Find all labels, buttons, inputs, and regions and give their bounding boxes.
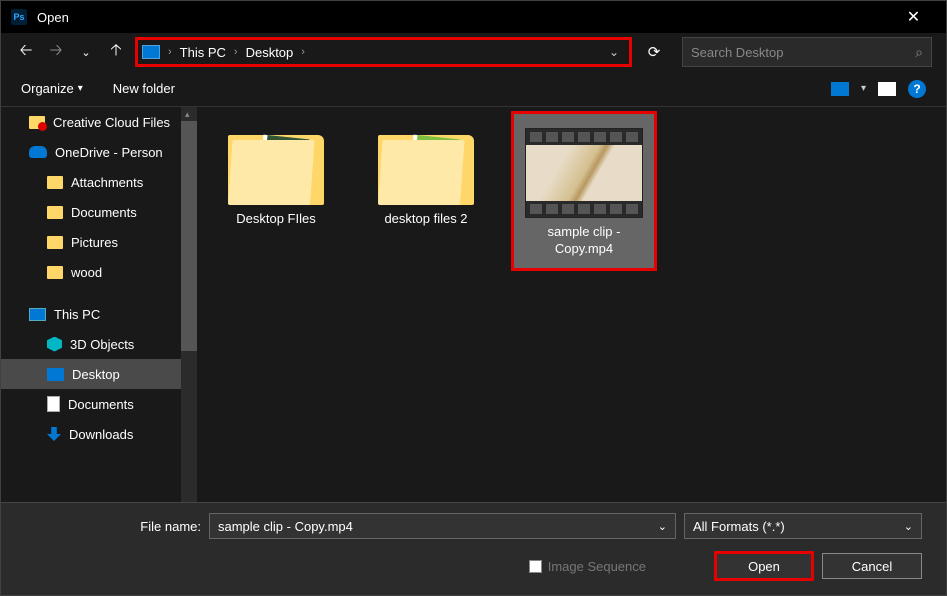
cc-icon (29, 116, 45, 129)
thispc-icon (142, 45, 160, 59)
obj3d-icon (47, 337, 62, 352)
sidebar-label: wood (71, 265, 102, 280)
dl-icon (47, 427, 61, 441)
crumb-thispc[interactable]: This PC (180, 45, 226, 60)
scrollbar-thumb[interactable] (181, 121, 197, 351)
sidebar: ▴ Creative Cloud FilesOneDrive - PersonA… (1, 107, 197, 502)
view-dropdown-icon[interactable]: ▾ (861, 83, 866, 94)
chevron-down-icon[interactable]: ⌄ (904, 520, 913, 533)
chevron-icon: › (232, 46, 240, 58)
fold-icon (47, 266, 63, 279)
close-button[interactable]: ✕ (891, 7, 936, 27)
breadcrumb[interactable]: › This PC › Desktop › ⌄ (135, 37, 632, 67)
cancel-button[interactable]: Cancel (822, 553, 922, 579)
preview-pane-icon[interactable] (878, 82, 896, 96)
crumb-desktop[interactable]: Desktop (246, 45, 294, 60)
search-icon: ⌕ (915, 44, 923, 61)
navbar: 🡠 🡢 ⌄ 🡡 › This PC › Desktop › ⌄ ⟳ Search… (1, 33, 946, 71)
sidebar-item-pictures[interactable]: Pictures (1, 227, 197, 257)
up-button[interactable]: 🡡 (105, 41, 127, 63)
refresh-button[interactable]: ⟳ (640, 43, 668, 61)
sidebar-item-attachments[interactable]: Attachments (1, 167, 197, 197)
body: ▴ Creative Cloud FilesOneDrive - PersonA… (1, 107, 946, 502)
titlebar: Ps Open ✕ (1, 1, 946, 33)
sidebar-label: Documents (68, 397, 134, 412)
checkbox-icon (529, 560, 542, 573)
recent-chevron-icon[interactable]: ⌄ (75, 41, 97, 63)
od-icon (29, 146, 47, 158)
sidebar-label: Desktop (72, 367, 120, 382)
sidebar-item-3d-objects[interactable]: 3D Objects (1, 329, 197, 359)
window-title: Open (37, 10, 69, 25)
chevron-down-icon[interactable]: ⌄ (658, 520, 667, 533)
fold-icon (47, 236, 63, 249)
view-thumbnails-icon[interactable] (831, 82, 849, 96)
sidebar-label: This PC (54, 307, 100, 322)
file-item[interactable]: Desktop FIles (211, 125, 341, 228)
sidebar-label: Attachments (71, 175, 143, 190)
file-item[interactable]: sample clip - Copy.mp4 (511, 111, 657, 271)
forward-button[interactable]: 🡢 (45, 41, 67, 63)
organize-menu[interactable]: Organize ▾ (21, 81, 83, 96)
folder-icon (228, 125, 324, 205)
sidebar-label: OneDrive - Person (55, 145, 163, 160)
fold-icon (47, 206, 63, 219)
open-dialog: Ps Open ✕ 🡠 🡢 ⌄ 🡡 › This PC › Desktop › … (0, 0, 947, 596)
help-button[interactable]: ? (908, 80, 926, 98)
sidebar-label: Creative Cloud Files (53, 115, 170, 130)
folder-icon (378, 125, 474, 205)
newfolder-button[interactable]: New folder (113, 81, 175, 96)
file-label: Desktop FIles (236, 211, 315, 228)
thispc-icon (29, 308, 46, 321)
filename-label: File name: (25, 519, 201, 534)
sidebar-item-desktop[interactable]: Desktop (1, 359, 197, 389)
sidebar-item-downloads[interactable]: Downloads (1, 419, 197, 449)
sidebar-label: Pictures (71, 235, 118, 250)
sidebar-label: 3D Objects (70, 337, 134, 352)
format-select[interactable]: All Formats (*.*)⌄ (684, 513, 922, 539)
video-icon (525, 128, 643, 218)
fold-icon (47, 176, 63, 189)
desk-icon (47, 368, 64, 381)
toolbar: Organize ▾ New folder ▾ ? (1, 71, 946, 107)
sidebar-item-creative-cloud-files[interactable]: Creative Cloud Files (1, 107, 197, 137)
view-controls: ▾ ? (831, 80, 926, 98)
sidebar-item-documents[interactable]: Documents (1, 197, 197, 227)
open-button[interactable]: Open (714, 551, 814, 581)
filename-input[interactable]: sample clip - Copy.mp4⌄ (209, 513, 676, 539)
sidebar-item-this-pc[interactable]: This PC (1, 299, 197, 329)
chevron-icon: › (299, 46, 307, 58)
file-label: desktop files 2 (384, 211, 467, 228)
doc-icon (47, 396, 60, 412)
path-dropdown-icon[interactable]: ⌄ (603, 45, 625, 59)
sidebar-label: Downloads (69, 427, 133, 442)
photoshop-icon: Ps (11, 9, 27, 25)
sidebar-item-wood[interactable]: wood (1, 257, 197, 287)
file-grid[interactable]: Desktop FIles desktop files 2 sample clip … (197, 107, 946, 502)
file-item[interactable]: desktop files 2 (361, 125, 491, 228)
sidebar-item-onedrive-person[interactable]: OneDrive - Person (1, 137, 197, 167)
sidebar-label: Documents (71, 205, 137, 220)
footer: File name: sample clip - Copy.mp4⌄ All F… (1, 502, 946, 595)
chevron-icon: › (166, 46, 174, 58)
sidebar-item-documents[interactable]: Documents (1, 389, 197, 419)
search-input[interactable]: Search Desktop ⌕ (682, 37, 932, 67)
file-label: sample clip - Copy.mp4 (518, 224, 650, 258)
image-sequence-checkbox: Image Sequence (529, 559, 646, 574)
back-button[interactable]: 🡠 (15, 41, 37, 63)
search-placeholder: Search Desktop (691, 45, 784, 60)
